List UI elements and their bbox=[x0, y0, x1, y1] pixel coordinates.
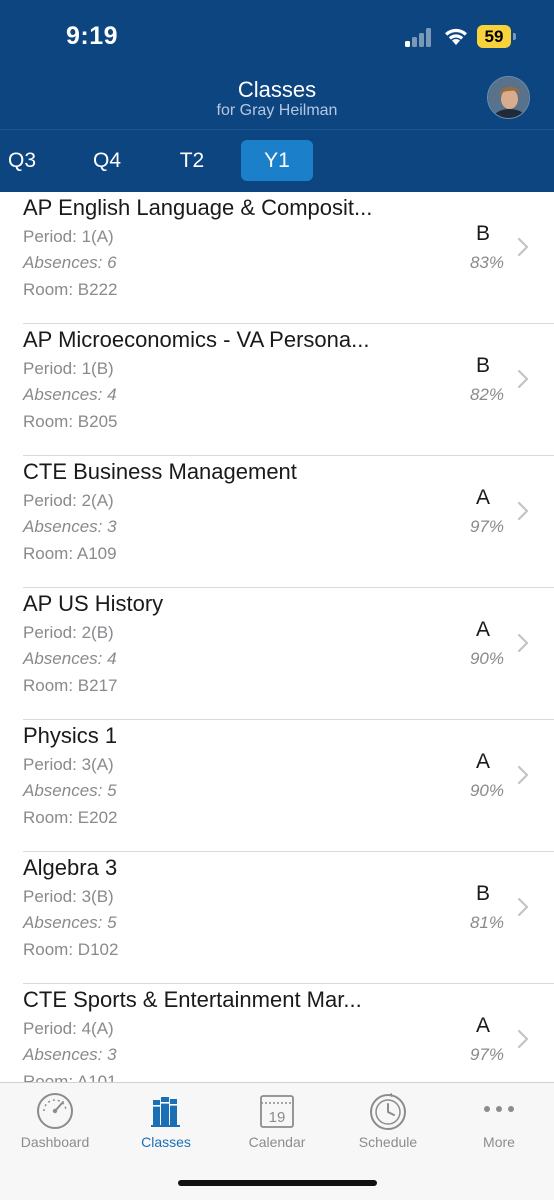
tab-q4[interactable]: Q4 bbox=[71, 140, 143, 181]
page-subtitle: for Gray Heilman bbox=[216, 102, 338, 119]
clock-icon bbox=[370, 1093, 406, 1130]
profile-photo-icon bbox=[488, 77, 529, 118]
class-room: Room: B222 bbox=[23, 280, 118, 299]
tabbar-label: Dashboard bbox=[20, 1134, 90, 1150]
class-absences: Absences: 4 bbox=[23, 649, 117, 668]
class-percent: 97% bbox=[469, 517, 504, 536]
class-row[interactable]: AP US History Period: 2(B) Absences: 4 R… bbox=[0, 588, 554, 720]
class-room: Room: D102 bbox=[23, 940, 119, 959]
class-absences: Absences: 4 bbox=[23, 385, 117, 404]
calendar-icon: 19 bbox=[260, 1095, 294, 1128]
class-row[interactable]: AP Microeconomics - VA Persona... Period… bbox=[0, 324, 554, 456]
class-period: Period: 1(A) bbox=[23, 227, 114, 246]
class-absences: Absences: 3 bbox=[23, 1045, 117, 1064]
class-row[interactable]: Algebra 3 Period: 3(B) Absences: 5 Room:… bbox=[0, 852, 554, 984]
class-grade: A bbox=[475, 618, 490, 641]
class-row[interactable]: Physics 1 Period: 3(A) Absences: 5 Room:… bbox=[0, 720, 554, 852]
more-icon bbox=[484, 1106, 514, 1112]
class-percent: 90% bbox=[469, 649, 504, 668]
battery-icon: 59 bbox=[477, 25, 517, 48]
class-name: AP Microeconomics - VA Persona... bbox=[23, 327, 370, 352]
page-title: Classes bbox=[237, 77, 317, 102]
tabbar-label: Calendar bbox=[248, 1134, 306, 1150]
class-name: AP English Language & Composit... bbox=[23, 195, 373, 220]
chevron-right-icon bbox=[517, 237, 529, 257]
term-tabs: Q3 Q4 T2 Y1 bbox=[0, 130, 554, 192]
class-percent: 97% bbox=[469, 1045, 504, 1064]
class-row[interactable]: CTE Business Management Period: 2(A) Abs… bbox=[0, 456, 554, 588]
class-period: Period: 2(B) bbox=[23, 623, 114, 642]
tabbar-item-schedule[interactable]: Schedule bbox=[338, 1083, 438, 1163]
books-icon bbox=[151, 1097, 180, 1127]
class-room: Room: B205 bbox=[23, 412, 118, 431]
class-absences: Absences: 6 bbox=[23, 253, 117, 272]
cellular-signal-icon bbox=[405, 27, 435, 47]
avatar[interactable] bbox=[487, 76, 530, 119]
class-percent: 83% bbox=[469, 253, 504, 272]
class-period: Period: 1(B) bbox=[23, 359, 114, 378]
class-list: AP English Language & Composit... Period… bbox=[0, 192, 554, 1082]
chevron-right-icon bbox=[517, 633, 529, 653]
tabbar-item-calendar[interactable]: 19 Calendar bbox=[227, 1083, 327, 1163]
class-row[interactable]: CTE Sports & Entertainment Mar... Period… bbox=[0, 984, 554, 1082]
class-room: Room: A101 bbox=[23, 1072, 117, 1082]
chevron-right-icon bbox=[517, 501, 529, 521]
status-time: 9:19 bbox=[66, 22, 119, 50]
tab-t2[interactable]: T2 bbox=[156, 140, 228, 181]
class-absences: Absences: 3 bbox=[23, 517, 117, 536]
class-absences: Absences: 5 bbox=[23, 781, 117, 800]
tabbar-label: Schedule bbox=[358, 1134, 418, 1150]
tabbar-item-more[interactable]: More bbox=[449, 1083, 549, 1163]
tab-y1[interactable]: Y1 bbox=[241, 140, 313, 181]
class-name: CTE Business Management bbox=[23, 459, 297, 484]
tabbar-label: Classes bbox=[141, 1134, 191, 1150]
class-grade: A bbox=[475, 1014, 490, 1037]
battery-level: 59 bbox=[484, 27, 504, 46]
chevron-right-icon bbox=[517, 1029, 529, 1049]
class-grade: A bbox=[475, 750, 490, 773]
wifi-icon bbox=[445, 28, 467, 45]
status-bar: 9:19 59 bbox=[0, 0, 554, 70]
class-period: Period: 3(B) bbox=[23, 887, 114, 906]
calendar-day-number: 19 bbox=[269, 1109, 286, 1126]
class-grade: B bbox=[475, 222, 490, 245]
chevron-right-icon bbox=[517, 765, 529, 785]
class-room: Room: B217 bbox=[23, 676, 118, 695]
class-grade: B bbox=[475, 882, 490, 905]
class-name: Physics 1 bbox=[23, 723, 118, 748]
class-period: Period: 2(A) bbox=[23, 491, 114, 510]
tabbar-item-dashboard[interactable]: Dashboard bbox=[5, 1083, 105, 1163]
tab-q3[interactable]: Q3 bbox=[0, 140, 44, 181]
class-room: Room: E202 bbox=[23, 808, 118, 827]
class-percent: 90% bbox=[469, 781, 504, 800]
header: 9:19 59 Classes for Gray Heilman Q3 Q4 T… bbox=[0, 0, 554, 192]
chevron-right-icon bbox=[517, 897, 529, 917]
class-row[interactable]: AP English Language & Composit... Period… bbox=[0, 192, 554, 324]
home-indicator[interactable] bbox=[178, 1180, 377, 1186]
class-name: Algebra 3 bbox=[23, 855, 118, 880]
class-period: Period: 4(A) bbox=[23, 1019, 114, 1038]
class-grade: A bbox=[475, 486, 490, 509]
gauge-icon bbox=[37, 1093, 73, 1129]
class-period: Period: 3(A) bbox=[23, 755, 114, 774]
tabbar-item-classes[interactable]: Classes bbox=[116, 1083, 216, 1163]
class-percent: 81% bbox=[469, 913, 504, 932]
class-grade: B bbox=[475, 354, 490, 377]
class-name: CTE Sports & Entertainment Mar... bbox=[23, 987, 362, 1012]
tabbar-label: More bbox=[483, 1134, 515, 1150]
class-percent: 82% bbox=[469, 385, 504, 404]
class-absences: Absences: 5 bbox=[23, 913, 117, 932]
class-room: Room: A109 bbox=[23, 544, 117, 563]
class-name: AP US History bbox=[23, 591, 164, 616]
chevron-right-icon bbox=[517, 369, 529, 389]
